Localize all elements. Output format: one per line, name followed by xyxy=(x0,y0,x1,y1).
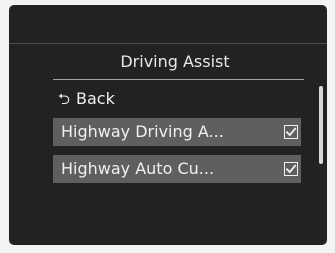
back-button[interactable]: ⮌ Back xyxy=(53,85,293,113)
infotainment-screen: Driving Assist ⮌ Back Highway Driving A..… xyxy=(9,5,327,245)
page-title: Driving Assist xyxy=(120,52,230,71)
menu-item-label: Highway Auto Cu... xyxy=(61,159,215,178)
back-label: Back xyxy=(76,89,115,108)
menu-item-label: Highway Driving A... xyxy=(61,122,224,141)
status-divider xyxy=(9,43,327,44)
checked-box-icon[interactable] xyxy=(284,162,298,176)
title-divider xyxy=(53,79,304,80)
menu-item-highway-driving-assist[interactable]: Highway Driving A... xyxy=(53,118,301,146)
checked-box-icon[interactable] xyxy=(284,125,298,139)
return-arrow-icon: ⮌ xyxy=(58,90,71,108)
scrollbar[interactable] xyxy=(319,86,323,164)
menu-item-highway-auto-curve[interactable]: Highway Auto Cu... xyxy=(53,155,301,183)
